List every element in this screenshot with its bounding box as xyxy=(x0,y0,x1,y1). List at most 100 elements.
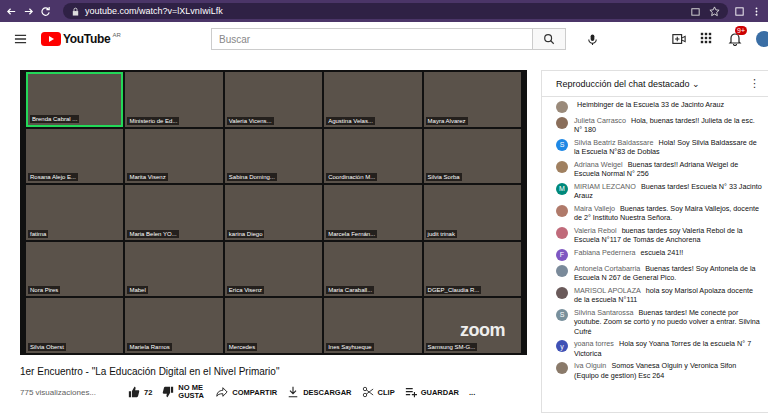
search-button[interactable] xyxy=(532,28,566,50)
participant-name: DGEP_Claudia R... xyxy=(426,286,482,294)
participant-name: Silvia Oberst xyxy=(28,343,66,351)
participant-name: Marita Visenz xyxy=(127,173,167,181)
action-label: ... xyxy=(469,388,475,397)
extensions-icon[interactable] xyxy=(734,6,745,17)
microphone-icon[interactable] xyxy=(586,33,599,46)
message-body: Valeria Rebol buenas tardes soy Valeria … xyxy=(574,226,762,245)
watch-page: Brenda Cabral ... Ministerio de Ed... Vale… xyxy=(0,56,768,413)
author-name: Adriana Weigel xyxy=(574,160,623,169)
reload-icon[interactable] xyxy=(40,6,51,17)
author-avatar xyxy=(556,227,568,239)
participant-tile: Rosana Alejo E... xyxy=(26,129,123,184)
message-body: Antonela Cortabarria Buenas tardes! Soy … xyxy=(574,264,762,283)
zoom-watermark: zoom xyxy=(460,320,505,341)
participant-tile: Agustina Velas... xyxy=(324,72,421,127)
forward-icon[interactable] xyxy=(23,6,34,17)
participant-tile: Brenda Cabral ... xyxy=(26,72,123,127)
message-body: Iva Olguin Somos Vanesa Olguin y Veronic… xyxy=(574,361,762,380)
action-label: NO ME GUSTA xyxy=(178,384,206,400)
chevron-icon: ⌄ xyxy=(692,79,700,89)
clip-button[interactable]: CLIP xyxy=(362,386,395,398)
author-avatar: F xyxy=(556,249,568,261)
participant-name: Maria Caraball... xyxy=(326,286,374,294)
author-avatar xyxy=(556,287,568,299)
page: youtube.com/watch?v=lXLvnIwiLfk YouTube … xyxy=(0,0,768,413)
author-name: MIRIAM LEZCANO xyxy=(574,182,636,191)
search-input[interactable]: Buscar xyxy=(211,28,532,50)
author-name: Iva Olguin xyxy=(574,361,606,370)
participant-name: Samsung SM-G... xyxy=(426,343,478,351)
participant-tile: Silvia Sorba xyxy=(424,129,521,184)
participant-tile: Marcela Fernán... xyxy=(324,185,421,240)
apps-icon[interactable] xyxy=(700,32,714,46)
chat-menu-button[interactable]: ⋮ xyxy=(749,77,760,90)
lock-icon xyxy=(71,7,80,16)
browser-menu-icon[interactable] xyxy=(751,6,762,17)
message-body: yoana torres Hola soy Yoana Torres de la… xyxy=(574,339,762,358)
participant-tile: Ministerio de Ed... xyxy=(125,72,222,127)
save-button[interactable]: GUARDAR xyxy=(405,386,459,398)
account-avatar[interactable] xyxy=(756,31,768,47)
star-icon[interactable] xyxy=(709,6,720,17)
thumb-up-icon xyxy=(128,386,140,398)
author-avatar xyxy=(556,101,568,113)
message-body: Silvina Santarossa Buenas tardes! Me con… xyxy=(574,308,762,337)
chat-messages: Heimbinger de la Escuela 33 de Jacinto A… xyxy=(542,97,768,412)
message-body: Adriana Weigel Buenas tardes!! Adriana W… xyxy=(574,160,762,179)
download-button[interactable]: DESCARGAR xyxy=(287,386,351,398)
video-player[interactable]: Brenda Cabral ... Ministerio de Ed... Vale… xyxy=(20,70,527,355)
chat-message: MARISOL APOLAZA hola soy Marisol Apolaza… xyxy=(542,284,768,306)
create-video-icon[interactable] xyxy=(672,32,686,46)
chat-mode-dropdown[interactable]: Reproducción del chat destacado ⌄ xyxy=(556,79,700,89)
back-icon[interactable] xyxy=(6,6,17,17)
participant-name: Rosana Alejo E... xyxy=(28,173,78,181)
participant-tile: Ines Sayhueque xyxy=(324,298,421,353)
action-label: DESCARGAR xyxy=(303,388,351,397)
author-name: yoana torres xyxy=(574,339,614,348)
more-button[interactable]: ... xyxy=(469,388,475,397)
author-avatar: S xyxy=(556,139,568,151)
youtube-play-icon xyxy=(41,32,61,46)
participant-tile: Erica Visenz xyxy=(225,242,322,297)
participant-tile: karina Diego xyxy=(225,185,322,240)
url-text: youtube.com/watch?v=lXLvnIwiLfk xyxy=(85,6,685,16)
chat-message: Maira Vallejo Buenas tardes. Soy Maira V… xyxy=(542,202,768,224)
participant-name: Mabel xyxy=(127,286,147,294)
participant-tile: Marita Visenz xyxy=(125,129,222,184)
thumb-down-icon xyxy=(162,386,174,398)
action-label: CLIP xyxy=(378,388,395,397)
dislike-button[interactable]: NO ME GUSTA xyxy=(162,384,206,400)
like-button[interactable]: 72 xyxy=(128,386,152,398)
participant-tile: Nora Pires xyxy=(26,242,123,297)
chat-message: Julieta Carrasco Hola, buenas tardes!! J… xyxy=(542,114,768,136)
author-avatar xyxy=(556,265,568,277)
participant-tile: Valeria Vicens... xyxy=(225,72,322,127)
participant-tile: DGEP_Claudia R... xyxy=(424,242,521,297)
browser-bar: youtube.com/watch?v=lXLvnIwiLfk xyxy=(0,0,768,22)
chat-header: Reproducción del chat destacado ⌄ ⋮ xyxy=(542,71,768,97)
chat-message: M MIRIAM LEZCANO Buenas tardes! Escuela … xyxy=(542,180,768,202)
participant-tile: Mayra Alvarez xyxy=(424,72,521,127)
share-button[interactable]: COMPARTIR xyxy=(216,386,277,398)
participant-name: Silvia Sorba xyxy=(426,173,462,181)
chat-message: Antonela Cortabarria Buenas tardes! Soy … xyxy=(542,262,768,284)
share-icon xyxy=(216,386,228,398)
author-name: Silvia Beatriz Baldassare xyxy=(574,138,654,147)
chat-message: F Fabiana Pedernera escuela 241!! xyxy=(542,246,768,262)
share-page-icon[interactable] xyxy=(690,6,701,17)
primary-column: Brenda Cabral ... Ministerio de Ed... Vale… xyxy=(20,70,527,413)
chat-message: y yoana torres Hola soy Yoana Torres de … xyxy=(542,338,768,360)
youtube-logo[interactable]: YouTube AR xyxy=(41,32,201,46)
participant-tile: Maria Belen YO... xyxy=(125,185,222,240)
message-body: Heimbinger de la Escuela 33 de Jacinto A… xyxy=(574,100,724,113)
participant-name: Brenda Cabral ... xyxy=(30,115,79,123)
download-icon xyxy=(287,386,299,398)
participant-name: Ministerio de Ed... xyxy=(127,117,179,125)
participant-tile: judit trinak xyxy=(424,185,521,240)
menu-icon[interactable] xyxy=(14,33,27,45)
video-actions: 72 NO ME GUSTA COMPARTIR DESCARGAR CLIP … xyxy=(128,384,475,400)
author-avatar: M xyxy=(556,183,568,195)
notifications-button[interactable]: 9+ xyxy=(728,32,742,46)
participant-name: Mayra Alvarez xyxy=(426,117,468,125)
address-bar[interactable]: youtube.com/watch?v=lXLvnIwiLfk xyxy=(63,3,728,19)
